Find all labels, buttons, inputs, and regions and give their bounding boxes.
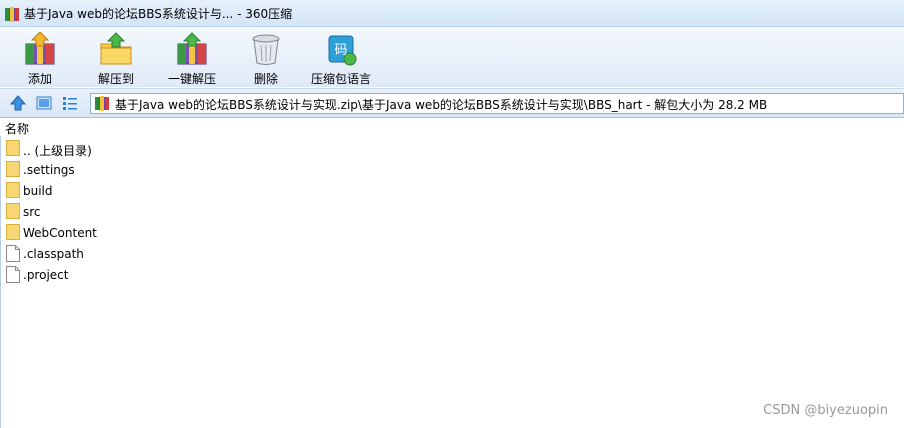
list-item-project[interactable]: .project: [0, 264, 904, 285]
column-header-name[interactable]: 名称: [0, 118, 904, 136]
list-item-src[interactable]: src: [0, 201, 904, 222]
extract-to-label: 解压到: [97, 72, 134, 86]
watermark: CSDN @biyezuopin: [763, 403, 888, 418]
file-name: build: [23, 184, 53, 198]
list-item-build[interactable]: build: [0, 180, 904, 201]
language-icon-glyph: 码: [334, 43, 347, 58]
list-item-settings[interactable]: .settings: [0, 159, 904, 180]
archive-language-button[interactable]: 码 压缩包语言: [306, 27, 376, 87]
folder-icon: [6, 182, 20, 198]
list-item-classpath[interactable]: .classpath: [0, 243, 904, 264]
path-field[interactable]: 基于Java web的论坛BBS系统设计与实现.zip\基于Java web的论…: [90, 93, 904, 114]
extract-to-button[interactable]: 解压到: [88, 27, 144, 87]
path-text: 基于Java web的论坛BBS系统设计与实现.zip\基于Java web的论…: [115, 98, 768, 112]
extract-folder-icon: [100, 32, 132, 65]
folder-icon: [6, 224, 20, 240]
address-bar: 基于Java web的论坛BBS系统设计与实现.zip\基于Java web的论…: [0, 88, 904, 118]
file-icon: [6, 245, 20, 262]
folder-icon: [6, 203, 20, 219]
delete-label: 删除: [253, 72, 278, 86]
language-icon: 码: [328, 35, 357, 66]
title-bar: 基于Java web的论坛BBS系统设计与... - 360压缩: [0, 0, 904, 27]
window-title: 基于Java web的论坛BBS系统设计与... - 360压缩: [24, 7, 293, 21]
one-click-extract-button[interactable]: 一键解压: [162, 27, 222, 87]
column-name-label: 名称: [5, 122, 30, 136]
archive-language-label: 压缩包语言: [310, 72, 371, 86]
file-name: src: [23, 205, 41, 219]
trash-icon: [252, 34, 280, 65]
toolbar: 添加 解压到 一键解压 删除 码 压缩包语言: [0, 27, 904, 87]
delete-button[interactable]: 删除: [238, 27, 294, 87]
file-name: .classpath: [23, 247, 84, 261]
folder-icon: [6, 140, 20, 156]
folder-icon: [6, 161, 20, 177]
one-click-extract-icon: [177, 32, 207, 65]
file-icon: [6, 266, 20, 283]
archive-app-icon: [5, 7, 19, 22]
thumbnail-view-icon[interactable]: [36, 95, 52, 111]
file-name: .project: [23, 268, 69, 282]
list-item-parent[interactable]: .. (上级目录): [0, 138, 904, 159]
list-item-webcontent[interactable]: WebContent: [0, 222, 904, 243]
one-click-extract-label: 一键解压: [167, 72, 216, 86]
list-view-icon[interactable]: [62, 95, 78, 111]
file-name: .. (上级目录): [23, 144, 92, 158]
add-label: 添加: [27, 72, 52, 86]
up-arrow-icon[interactable]: [10, 95, 26, 111]
file-name: WebContent: [23, 226, 97, 240]
add-button[interactable]: 添加: [12, 27, 68, 87]
archive-path-icon: [95, 96, 109, 111]
file-name: .settings: [23, 163, 75, 177]
add-icon: [25, 32, 55, 65]
